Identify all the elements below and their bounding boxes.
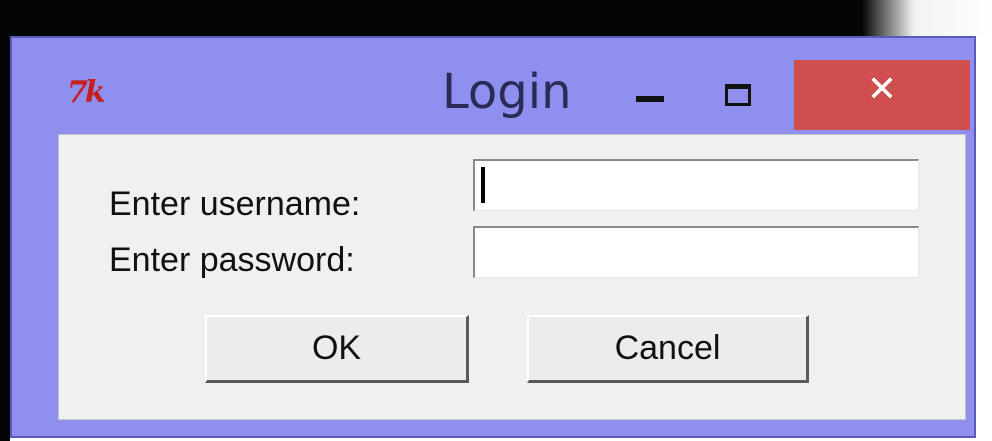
tk-icon: 7k — [67, 75, 106, 110]
cancel-button[interactable]: Cancel — [527, 315, 809, 383]
minimize-icon — [636, 96, 664, 102]
text-caret — [481, 167, 485, 203]
desktop-background-fade — [862, 0, 992, 36]
password-label: Enter password: — [109, 241, 355, 279]
login-form: Enter username: Enter password: OK Cance… — [58, 134, 966, 420]
password-input[interactable] — [473, 226, 919, 278]
desktop-background-left — [0, 0, 10, 441]
login-window: 7k Login ✕ Enter username: Enter passwor… — [10, 36, 976, 438]
ok-button[interactable]: OK — [205, 315, 469, 383]
desktop-background — [0, 0, 992, 36]
close-icon: ✕ — [866, 69, 898, 110]
maximize-icon — [725, 84, 751, 106]
username-label: Enter username: — [109, 185, 361, 223]
maximize-button[interactable] — [717, 78, 757, 106]
username-input[interactable] — [473, 159, 919, 211]
window-title: Login — [442, 64, 572, 120]
close-button[interactable]: ✕ — [794, 60, 970, 130]
screen: 7k Login ✕ Enter username: Enter passwor… — [0, 0, 992, 441]
title-bar[interactable]: 7k Login ✕ — [12, 38, 974, 138]
minimize-button[interactable] — [632, 78, 672, 106]
